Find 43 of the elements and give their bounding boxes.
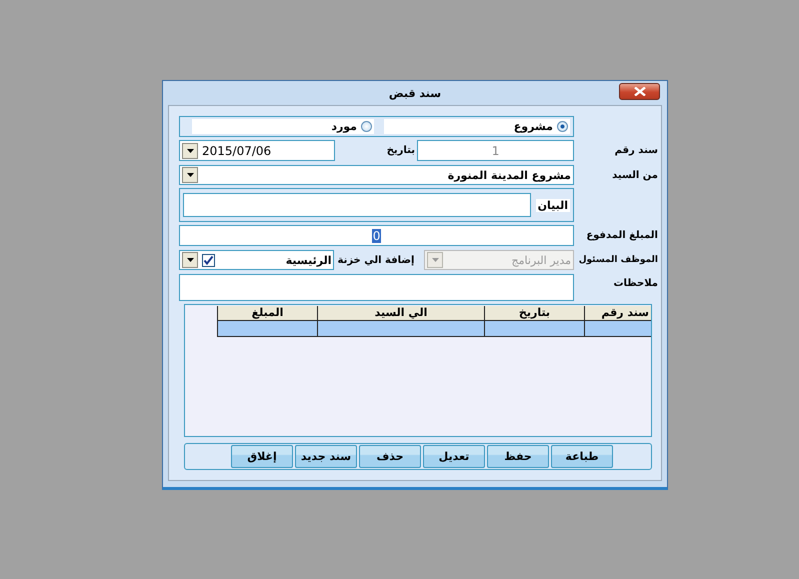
field-label: سند رقم bbox=[614, 145, 658, 156]
caret-icon bbox=[186, 173, 194, 177]
radio-button[interactable] bbox=[557, 121, 568, 132]
table-cell bbox=[584, 321, 651, 337]
payer-dropdown[interactable]: مشروع المدينة المنورة bbox=[179, 165, 574, 185]
column-header[interactable]: سند رقم bbox=[584, 306, 651, 321]
radio-option[interactable]: مورد bbox=[192, 119, 374, 134]
date-picker[interactable]: 2015/07/06 bbox=[179, 140, 335, 161]
window-title: سند قبض bbox=[388, 86, 442, 100]
description-field[interactable] bbox=[183, 193, 531, 217]
field-label: البيان bbox=[536, 198, 570, 212]
radio-label: مشروع bbox=[514, 120, 553, 133]
radio-label: مورد bbox=[331, 120, 357, 133]
action-button[interactable]: حفظ bbox=[487, 445, 549, 468]
field-label: إضافة الي خزنة bbox=[336, 254, 416, 266]
field-label: الموظف المسئول bbox=[578, 255, 658, 265]
field-label: ملاحظات bbox=[612, 277, 658, 289]
field-label: من السيد bbox=[611, 170, 658, 180]
close-icon bbox=[634, 87, 646, 96]
radio-button[interactable] bbox=[361, 121, 372, 132]
field-label: المبلغ المدفوع bbox=[585, 230, 658, 241]
check-icon bbox=[203, 254, 214, 266]
checkbox[interactable] bbox=[202, 254, 215, 266]
caret-icon bbox=[186, 258, 194, 262]
column-header[interactable]: بتاريخ bbox=[484, 306, 584, 321]
action-button[interactable]: تعديل bbox=[423, 445, 485, 468]
caret-icon bbox=[432, 258, 439, 262]
column-header[interactable]: المبلغ bbox=[217, 306, 317, 321]
amount-field[interactable]: 0 bbox=[179, 225, 574, 246]
dropdown-button[interactable] bbox=[182, 252, 198, 268]
action-button[interactable]: إغلاق bbox=[231, 445, 293, 468]
dropdown-button[interactable] bbox=[182, 142, 198, 158]
close-button[interactable] bbox=[619, 83, 660, 100]
treasury-dropdown[interactable]: الرئيسية bbox=[179, 250, 334, 270]
action-button[interactable]: سند جديد bbox=[295, 445, 357, 468]
radio-option[interactable]: مشروع bbox=[384, 119, 570, 134]
dropdown-button[interactable] bbox=[182, 167, 198, 183]
column-header[interactable]: الي السيد bbox=[317, 306, 484, 321]
field-label: بتاريخ bbox=[386, 145, 416, 156]
caret-icon bbox=[186, 148, 194, 152]
action-button[interactable]: طباعة bbox=[551, 445, 613, 468]
action-button[interactable]: حذف bbox=[359, 445, 421, 468]
notes-field[interactable] bbox=[179, 274, 574, 301]
